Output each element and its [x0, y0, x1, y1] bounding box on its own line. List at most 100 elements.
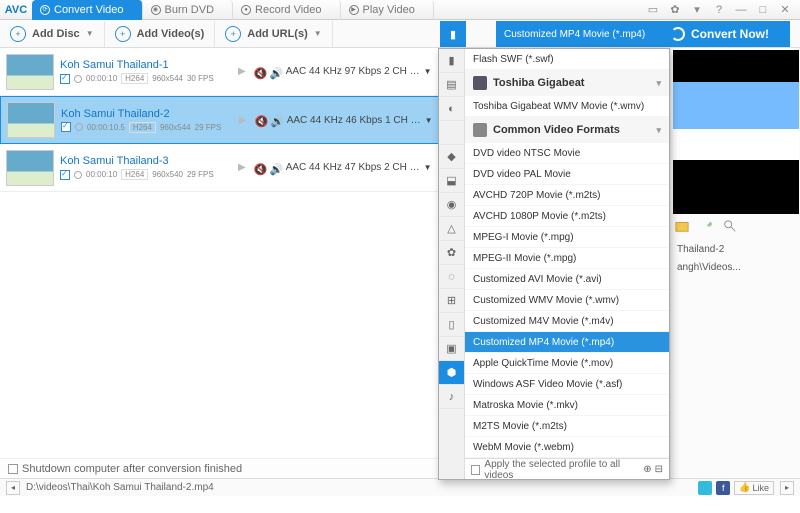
shutdown-checkbox[interactable]: [8, 464, 18, 474]
video-codec: H264: [121, 73, 148, 84]
profile-option[interactable]: Customized AVI Movie (*.avi): [465, 269, 669, 290]
profile-option[interactable]: M2TS Movie (*.m2ts): [465, 416, 669, 437]
video-checkbox[interactable]: [61, 122, 71, 132]
clock-icon: [74, 171, 82, 179]
section-title: Toshiba Gigabeat: [493, 77, 584, 89]
mute-icon[interactable]: 🔇: [254, 163, 264, 173]
profile-option[interactable]: AVCHD 720P Movie (*.m2ts): [465, 185, 669, 206]
profile-option[interactable]: WebM Movie (*.webm): [465, 437, 669, 458]
like-label: Like: [752, 483, 769, 493]
profile-option[interactable]: MPEG-I Movie (*.mpg): [465, 227, 669, 248]
prev-button[interactable]: ◂: [6, 481, 20, 495]
speaker-icon[interactable]: 🔊: [270, 163, 280, 173]
section-title: Common Video Formats: [493, 124, 620, 136]
profile-option[interactable]: AVCHD 1080P Movie (*.m2ts): [465, 206, 669, 227]
profile-option[interactable]: DVD video NTSC Movie: [465, 143, 669, 164]
profile-section-header[interactable]: Common Video Formats▾: [465, 117, 669, 143]
video-checkbox[interactable]: [60, 74, 70, 84]
tab-label: Play Video: [363, 4, 415, 16]
disc-icon: ◉: [151, 5, 161, 15]
app-logo: AVC: [0, 4, 32, 16]
mute-icon[interactable]: 🔇: [254, 67, 264, 77]
tab-play-video[interactable]: ▶Play Video: [341, 0, 434, 20]
video-duration: 00:00:10.5: [87, 123, 125, 132]
video-preview: [673, 50, 799, 214]
wrench-icon[interactable]: [699, 219, 713, 233]
chevron-down-icon: ▼: [86, 29, 94, 38]
video-title: Koh Samui Thailand-3: [60, 155, 230, 167]
add-videos-button[interactable]: +Add Video(s): [105, 21, 216, 47]
cat-windows-icon[interactable]: ⊞: [439, 289, 464, 313]
cat-ps-icon[interactable]: △: [439, 217, 464, 241]
info-path: angh\Videos...: [677, 258, 794, 276]
like-button[interactable]: 👍Like: [734, 481, 774, 495]
cat-samsung-icon[interactable]: ◆: [439, 145, 464, 169]
profile-option[interactable]: Windows ASF Video Movie (*.asf): [465, 374, 669, 395]
dropdown-icon[interactable]: ▾: [690, 3, 704, 17]
arrow-icon: ▶: [237, 115, 249, 126]
profile-selected-label: Customized MP4 Movie (*.mp4): [504, 29, 645, 40]
minimize-icon[interactable]: —: [734, 3, 748, 17]
cat-html5-icon[interactable]: ⬢: [439, 361, 464, 385]
profile-dropdown: ▮ ▤ ◐ ◆ ⬓ ◉ △ ✿ ◌ ⊞ ▯ ▣ ⬢ ♪ Flash SWF (*…: [438, 48, 670, 480]
window-icon[interactable]: ▭: [646, 3, 660, 17]
video-codec: H264: [121, 169, 148, 180]
settings-icon[interactable]: ✿: [668, 3, 682, 17]
profile-option[interactable]: Apple QuickTime Movie (*.mov): [465, 353, 669, 374]
speaker-icon[interactable]: 🔊: [271, 115, 281, 125]
add-urls-button[interactable]: +Add URL(s)▼: [215, 21, 332, 47]
cat-video-icon[interactable]: ▮: [439, 49, 464, 73]
profile-option[interactable]: Customized WMV Movie (*.wmv): [465, 290, 669, 311]
facebook-icon[interactable]: f: [716, 481, 730, 495]
cat-tv-icon[interactable]: ▣: [439, 337, 464, 361]
chevron-down-icon: ▼: [314, 29, 322, 38]
cat-wm-icon[interactable]: ⬓: [439, 169, 464, 193]
folder-icon[interactable]: [675, 219, 689, 233]
video-title: Koh Samui Thailand-1: [60, 59, 230, 71]
close-icon[interactable]: ✕: [778, 3, 792, 17]
apply-all-checkbox[interactable]: [471, 465, 480, 475]
maximize-icon[interactable]: □: [756, 3, 770, 17]
next-button[interactable]: ▸: [780, 481, 794, 495]
tab-burn-dvd[interactable]: ◉ Burn DVD: [143, 0, 234, 20]
tab-convert-video[interactable]: ⟳Convert Video: [32, 0, 143, 20]
cat-apple-icon[interactable]: [439, 121, 464, 145]
profile-option[interactable]: DVD video PAL Movie: [465, 164, 669, 185]
cat-doc-icon[interactable]: ▤: [439, 73, 464, 97]
profile-section-header[interactable]: Toshiba Gigabeat▾: [465, 70, 669, 96]
button-label: Convert Now!: [691, 27, 769, 41]
profile-option[interactable]: Toshiba Gigabeat WMV Movie (*.wmv): [465, 96, 669, 117]
cat-phone-icon[interactable]: ▯: [439, 313, 464, 337]
apply-all-label: Apply the selected profile to all videos: [484, 459, 639, 480]
save-icon[interactable]: ⊟: [655, 464, 663, 475]
mute-icon[interactable]: 🔇: [255, 115, 265, 125]
video-thumbnail: [7, 102, 55, 138]
convert-now-button[interactable]: Convert Now!: [650, 21, 790, 47]
shutdown-label: Shutdown computer after conversion finis…: [22, 463, 242, 475]
cat-audio-icon[interactable]: ♪: [439, 385, 464, 409]
output-profile-selector[interactable]: Customized MP4 Movie (*.mp4) ▼: [496, 21, 672, 47]
search-icon[interactable]: [723, 219, 737, 233]
profile-option[interactable]: Customized M4V Movie (*.m4v): [465, 311, 669, 332]
profile-option[interactable]: Matroska Movie (*.mkv): [465, 395, 669, 416]
cat-android-icon[interactable]: ◉: [439, 193, 464, 217]
video-codec: H264: [129, 122, 156, 133]
section-icon: [473, 76, 487, 90]
video-checkbox[interactable]: [60, 170, 70, 180]
copy-icon[interactable]: ⊕: [643, 464, 651, 475]
cat-lg-icon[interactable]: ◌: [439, 265, 464, 289]
profile-category-icon[interactable]: ▮: [440, 21, 466, 47]
cat-swf-icon[interactable]: ◐: [439, 97, 464, 121]
cat-huawei-icon[interactable]: ✿: [439, 241, 464, 265]
tab-label: Record Video: [255, 4, 321, 16]
tab-record-video[interactable]: ●Record Video: [233, 0, 340, 20]
twitter-icon[interactable]: [698, 481, 712, 495]
video-resolution: 960x544: [160, 123, 191, 132]
add-disc-button[interactable]: +Add Disc▼: [0, 21, 105, 47]
profile-option[interactable]: MPEG-II Movie (*.mpg): [465, 248, 669, 269]
profile-option[interactable]: Flash SWF (*.swf): [465, 49, 669, 70]
speaker-icon[interactable]: 🔊: [270, 67, 280, 77]
help-icon[interactable]: ?: [712, 3, 726, 17]
profile-option[interactable]: Customized MP4 Movie (*.mp4): [465, 332, 669, 353]
tab-label: Burn DVD: [165, 4, 215, 16]
